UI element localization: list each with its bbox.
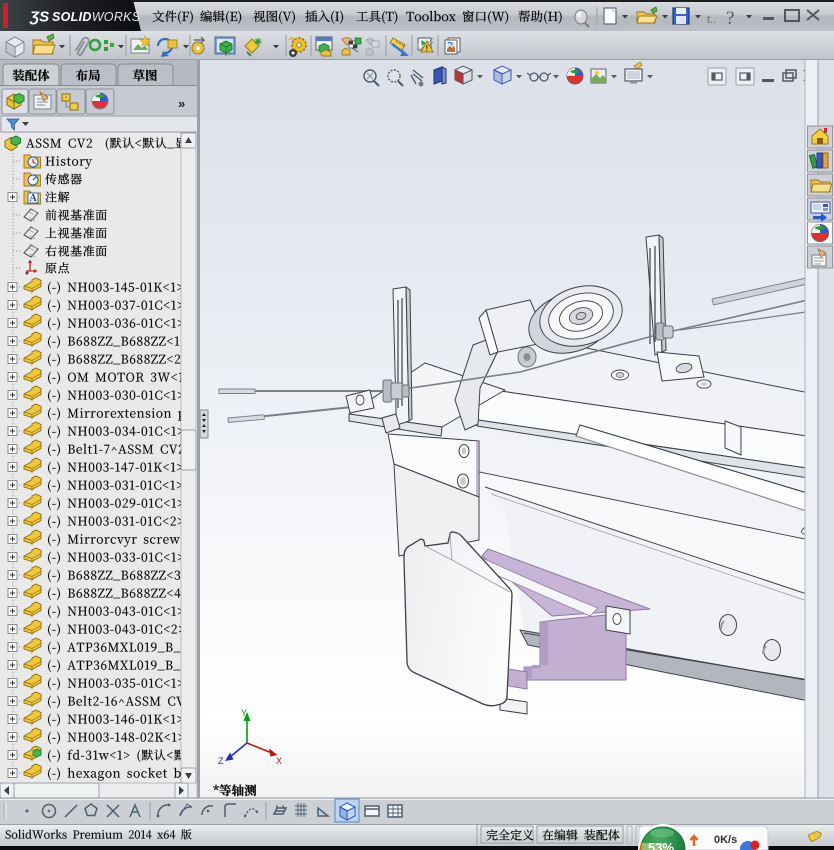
svg-text:Y: Y [241, 708, 247, 718]
svg-text:ƷS: ƷS [29, 9, 49, 26]
svg-text:!: ! [426, 44, 429, 53]
svg-text:t..: t.. [707, 14, 716, 26]
svg-text:?: ? [726, 8, 734, 29]
svg-text:SOLIDWORKS: SOLIDWORKS [52, 10, 141, 24]
svg-text:Z: Z [218, 756, 224, 766]
svg-text:A: A [30, 193, 38, 204]
svg-text:0K/s: 0K/s [714, 834, 737, 846]
svg-text:53%: 53% [648, 840, 674, 850]
svg-text:»: » [178, 96, 185, 111]
svg-text:X: X [276, 756, 282, 766]
